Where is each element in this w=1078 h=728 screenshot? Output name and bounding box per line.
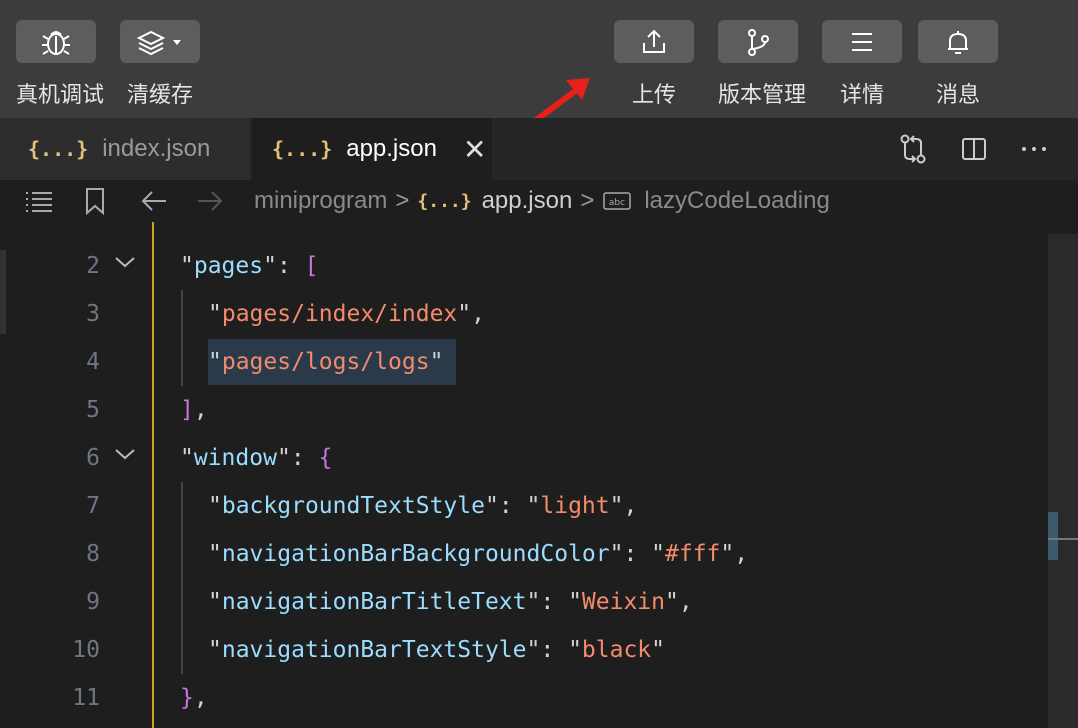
chevron-down-icon[interactable] bbox=[112, 444, 138, 464]
code-line: 11 }, bbox=[0, 674, 1048, 722]
line-number: 9 bbox=[86, 589, 100, 615]
layers-icon bbox=[136, 30, 181, 55]
json-string: Weixin bbox=[581, 589, 666, 615]
line-number: 11 bbox=[72, 685, 100, 711]
bookmark-icon[interactable] bbox=[84, 187, 106, 215]
more-actions-icon[interactable] bbox=[1020, 135, 1048, 163]
debug-label: 真机调试 bbox=[16, 83, 105, 108]
tab-index-json[interactable]: {...} index.json bbox=[0, 118, 250, 180]
clear-cache-button[interactable] bbox=[120, 20, 200, 63]
scrollbar-cursor-line bbox=[1048, 538, 1078, 540]
line-number: 5 bbox=[86, 397, 100, 423]
json-string: pages/index/index bbox=[221, 301, 458, 327]
messages-tool[interactable]: 消息 bbox=[918, 20, 998, 109]
json-file-icon: {...} bbox=[417, 190, 472, 212]
chevron-right-icon: > bbox=[580, 187, 595, 214]
json-string: black bbox=[581, 637, 652, 663]
tab-app-json[interactable]: {...} app.json ✕ bbox=[252, 118, 492, 180]
chevron-right-icon: > bbox=[395, 187, 410, 214]
messages-button[interactable] bbox=[918, 20, 998, 63]
json-key: window bbox=[193, 445, 277, 471]
svg-text:abc: abc bbox=[609, 198, 625, 208]
code-line: 7 "backgroundTextStyle": "light", bbox=[0, 482, 1048, 530]
json-string: #fff bbox=[665, 541, 721, 567]
debug-tool[interactable]: 真机调试 bbox=[16, 20, 105, 109]
line-number: 7 bbox=[86, 493, 100, 519]
upload-button[interactable] bbox=[614, 20, 694, 63]
upload-icon bbox=[643, 29, 665, 53]
details-label: 详情 bbox=[839, 83, 884, 108]
code-line: 3 "pages/index/index", bbox=[0, 290, 1048, 338]
list-icon[interactable] bbox=[24, 189, 54, 213]
clear-cache-label: 清缓存 bbox=[126, 83, 193, 108]
compare-changes-icon[interactable] bbox=[898, 133, 928, 165]
messages-label: 消息 bbox=[935, 83, 980, 108]
breadcrumb-file[interactable]: app.json bbox=[482, 187, 573, 215]
clear-cache-tool[interactable]: 清缓存 bbox=[120, 20, 200, 109]
json-key: pages bbox=[193, 253, 264, 279]
breadcrumb: miniprogram > {...} app.json > abc lazyC… bbox=[0, 180, 1078, 222]
code-line: 5 ], bbox=[0, 386, 1048, 434]
code-line: 10 "navigationBarTextStyle": "black" bbox=[0, 626, 1048, 674]
json-string: pages/logs/logs bbox=[221, 349, 430, 375]
version-button[interactable] bbox=[718, 20, 798, 63]
breadcrumb-symbol[interactable]: lazyCodeLoading bbox=[644, 187, 829, 215]
json-key: backgroundTextStyle bbox=[221, 493, 485, 519]
bug-icon bbox=[42, 30, 70, 55]
line-number: 8 bbox=[86, 541, 100, 567]
line-number: 2 bbox=[86, 253, 100, 279]
json-string: light bbox=[540, 493, 610, 519]
code-line: 4 "pages/logs/logs" bbox=[0, 338, 1048, 386]
breadcrumb-folder[interactable]: miniprogram bbox=[254, 187, 387, 215]
forward-arrow-icon[interactable] bbox=[196, 189, 224, 213]
close-tab-icon[interactable]: ✕ bbox=[463, 133, 486, 166]
code-line: 8 "navigationBarBackgroundColor": "#fff"… bbox=[0, 530, 1048, 578]
split-editor-icon[interactable] bbox=[960, 135, 988, 163]
editor-tabbar: {...} index.json {...} app.json ✕ bbox=[0, 118, 1078, 180]
chevron-down-icon[interactable] bbox=[112, 252, 138, 272]
json-file-icon: {...} bbox=[272, 137, 333, 161]
json-key: navigationBarBackgroundColor bbox=[221, 541, 610, 567]
line-number: 3 bbox=[86, 301, 100, 327]
scrollbar-marker bbox=[1048, 512, 1058, 560]
line-number: 6 bbox=[86, 445, 100, 471]
json-key: navigationBarTitleText bbox=[221, 589, 527, 615]
code-line: 2 "pages": [ bbox=[0, 242, 1048, 290]
string-symbol-icon: abc bbox=[603, 192, 632, 210]
debug-button[interactable] bbox=[16, 20, 96, 63]
code-editor[interactable]: 2 "pages": [ 3 "pages/index/index", 4 "p… bbox=[0, 222, 1078, 728]
details-button[interactable] bbox=[822, 20, 902, 63]
upload-tool[interactable]: 上传 bbox=[614, 20, 694, 109]
json-file-icon: {...} bbox=[28, 137, 89, 161]
bell-icon bbox=[948, 30, 968, 54]
details-tool[interactable]: 详情 bbox=[822, 20, 902, 109]
vertical-scrollbar[interactable] bbox=[1048, 234, 1078, 728]
version-tool[interactable]: 版本管理 bbox=[718, 20, 807, 109]
menu-icon bbox=[852, 32, 872, 51]
tab-label: app.json bbox=[346, 135, 437, 162]
version-label: 版本管理 bbox=[718, 83, 807, 108]
code-line: 6 "window": { bbox=[0, 434, 1048, 482]
tab-label: index.json bbox=[102, 135, 211, 162]
line-number: 10 bbox=[72, 637, 100, 663]
json-key: navigationBarTextStyle bbox=[221, 637, 527, 663]
tab-actions bbox=[898, 118, 1048, 180]
upload-label: 上传 bbox=[631, 83, 676, 108]
line-number: 4 bbox=[86, 349, 100, 375]
branch-icon bbox=[748, 28, 769, 56]
back-arrow-icon[interactable] bbox=[140, 189, 168, 213]
code-line: 9 "navigationBarTitleText": "Weixin", bbox=[0, 578, 1048, 626]
